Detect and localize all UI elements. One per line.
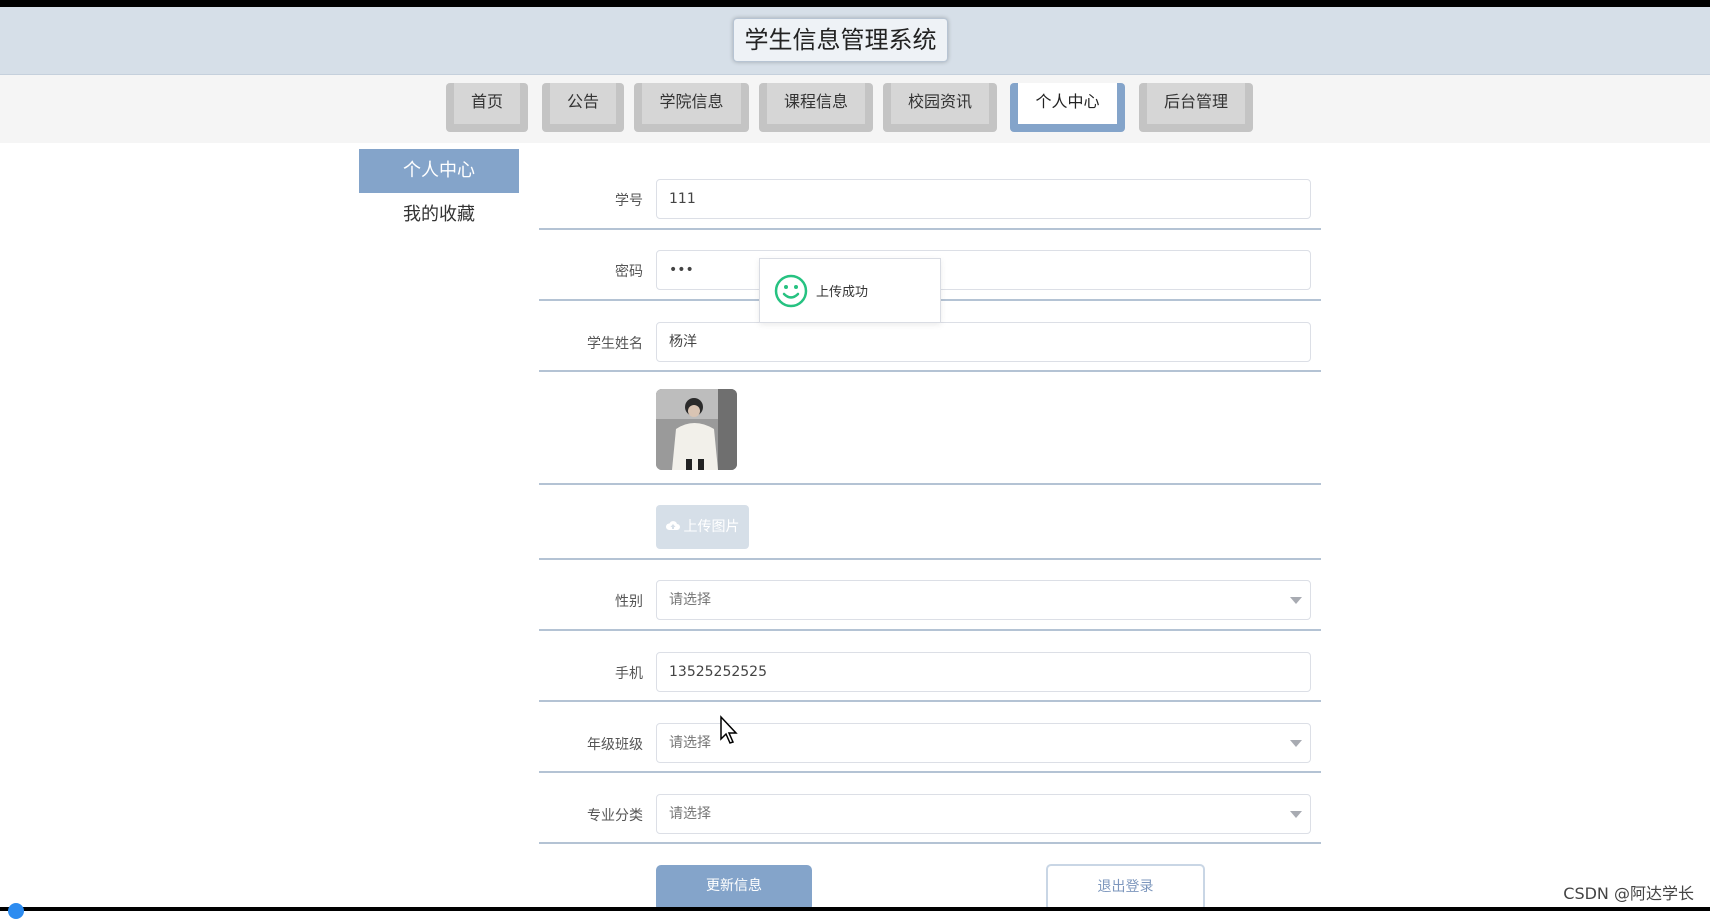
major-select[interactable]: 请选择	[656, 794, 1311, 834]
update-info-button[interactable]: 更新信息	[656, 865, 812, 911]
form-row-phone: 手机 13525252525	[539, 631, 1321, 702]
major-label: 专业分类	[587, 808, 643, 824]
site-header: 学生信息管理系统	[0, 7, 1710, 75]
form-row-gender: 性别 请选择	[539, 560, 1321, 631]
nav-item-notice[interactable]: 公告	[542, 83, 624, 132]
form-row-student-id: 学号 111	[539, 163, 1321, 230]
chevron-down-icon	[1290, 597, 1302, 604]
nav-item-college-info[interactable]: 学院信息	[634, 83, 749, 132]
chevron-down-icon	[1290, 811, 1302, 818]
phone-input[interactable]: 13525252525	[656, 652, 1311, 692]
grade-class-select[interactable]: 请选择	[656, 723, 1311, 763]
major-placeholder: 请选择	[669, 806, 711, 822]
avatar-photo-icon	[656, 389, 737, 470]
form-row-grade-class: 年级班级 请选择	[539, 702, 1321, 773]
sidebar-item-favorites[interactable]: 我的收藏	[359, 193, 519, 237]
nav-item-admin[interactable]: 后台管理	[1139, 83, 1253, 132]
smile-icon	[774, 274, 808, 312]
logout-button[interactable]: 退出登录	[1046, 864, 1205, 911]
form-row-major: 专业分类 请选择	[539, 773, 1321, 844]
grade-class-placeholder: 请选择	[669, 735, 711, 751]
watermark: CSDN @阿达学长	[1563, 884, 1694, 903]
mouse-pointer-icon	[719, 715, 741, 749]
nav-item-label: 个人中心	[1018, 83, 1117, 124]
form-row-avatar	[539, 372, 1321, 485]
nav-item-course-info[interactable]: 课程信息	[759, 83, 873, 132]
student-name-input[interactable]: 杨洋	[656, 322, 1311, 362]
sidebar-item-personal-center[interactable]: 个人中心	[359, 149, 519, 193]
site-title: 学生信息管理系统	[733, 18, 948, 62]
bottom-edge-bar	[0, 907, 1710, 911]
nav-item-label: 学院信息	[642, 83, 741, 124]
phone-label: 手机	[615, 666, 643, 682]
nav-item-label: 公告	[550, 83, 616, 124]
student-id-label: 学号	[615, 193, 643, 209]
password-input[interactable]: •••	[656, 250, 1311, 290]
student-name-label: 学生姓名	[587, 336, 643, 352]
student-id-input[interactable]: 111	[656, 179, 1311, 219]
nav-item-personal-center[interactable]: 个人中心	[1010, 83, 1125, 132]
upload-success-toast: 上传成功	[759, 258, 941, 323]
gender-label: 性别	[615, 594, 643, 610]
status-dot-icon	[8, 903, 24, 919]
gender-placeholder: 请选择	[669, 592, 711, 608]
upload-button-label: 上传图片	[683, 519, 740, 535]
chevron-down-icon	[1290, 740, 1302, 747]
avatar-image	[656, 389, 737, 470]
nav-item-label: 校园资讯	[891, 83, 989, 124]
toast-message: 上传成功	[816, 285, 869, 300]
password-label-text: 密码	[615, 264, 643, 280]
password-label: 密码	[539, 261, 643, 281]
cloud-upload-icon	[665, 505, 680, 549]
form-row-upload: 上传图片	[539, 485, 1321, 560]
sidebar: 个人中心 我的收藏	[359, 149, 519, 237]
nav-item-label: 后台管理	[1147, 83, 1245, 124]
gender-select[interactable]: 请选择	[656, 580, 1311, 620]
top-edge-bar	[0, 0, 1710, 7]
top-nav: 首页 公告 学院信息 课程信息 校园资讯 个人中心 后台管理	[0, 75, 1710, 143]
nav-item-campus-news[interactable]: 校园资讯	[883, 83, 997, 132]
nav-item-label: 课程信息	[767, 83, 865, 124]
nav-item-label: 首页	[454, 83, 520, 124]
upload-image-button[interactable]: 上传图片	[656, 505, 749, 549]
grade-class-label: 年级班级	[587, 737, 643, 753]
nav-item-home[interactable]: 首页	[446, 83, 528, 132]
